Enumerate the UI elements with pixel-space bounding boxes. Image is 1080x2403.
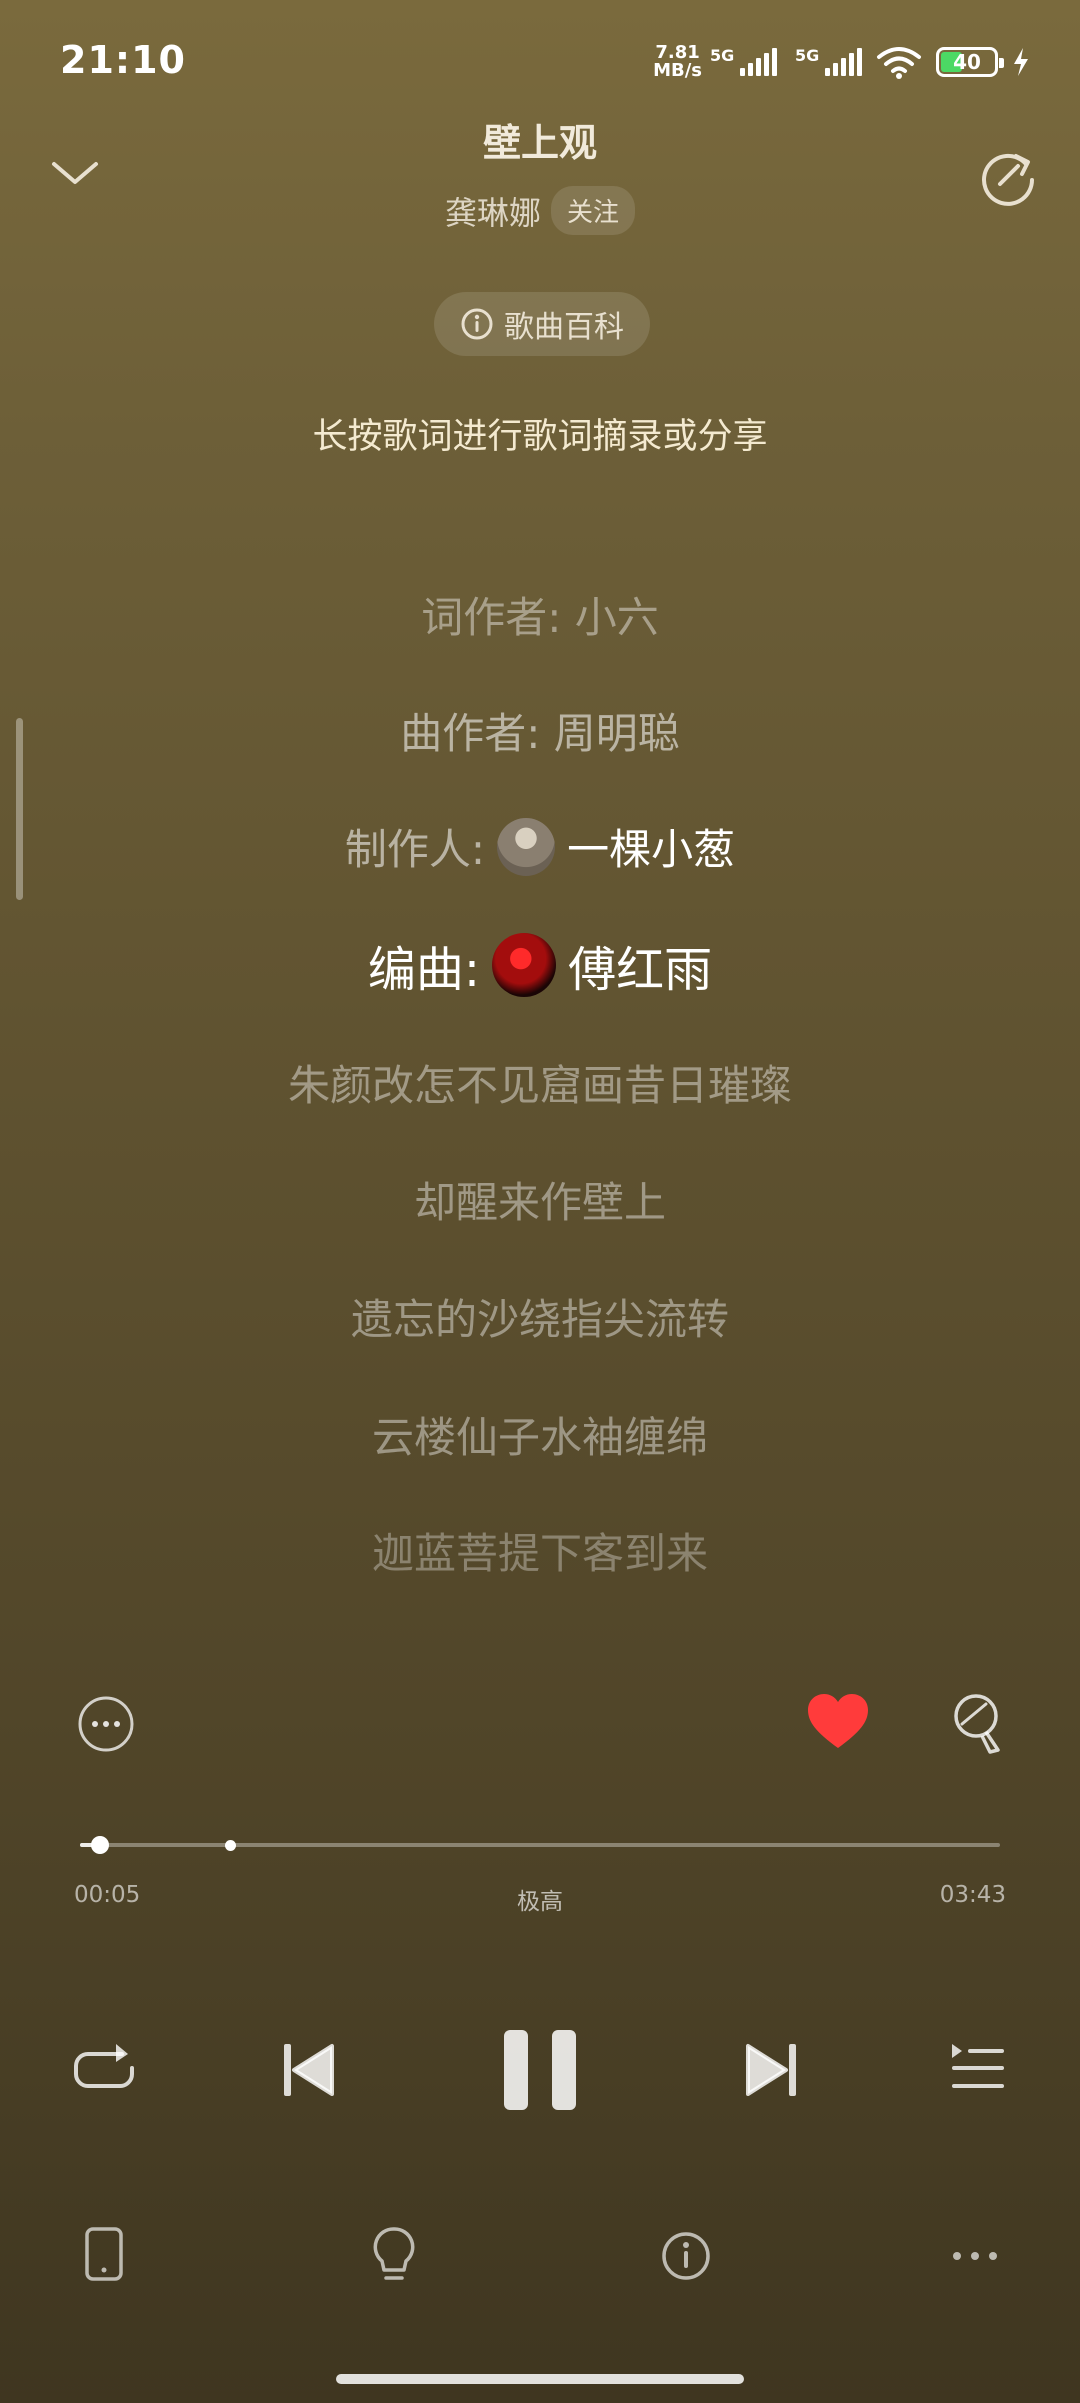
song-title: 壁上观 bbox=[482, 121, 597, 165]
skip-previous-icon bbox=[284, 2044, 334, 2096]
lyric-hint-text: 长按歌词进行歌词摘录或分享 bbox=[312, 417, 768, 457]
share-refresh-icon bbox=[982, 153, 1034, 206]
previous-button[interactable] bbox=[282, 2040, 336, 2100]
more-circle-icon bbox=[78, 1696, 134, 1752]
signal-icon-sim1: 5G bbox=[710, 46, 777, 76]
lyric-arranger-current[interactable]: 编曲: 傅红雨 bbox=[0, 930, 1080, 1000]
repeat-mode-button[interactable] bbox=[72, 2040, 136, 2100]
home-indicator[interactable] bbox=[336, 2374, 744, 2384]
buffer-marker bbox=[224, 1840, 236, 1851]
progress-track[interactable] bbox=[80, 1843, 1000, 1847]
lyric-line[interactable]: 云楼仙子水袖缠绵 bbox=[0, 1404, 1080, 1465]
lyric-lyricist[interactable]: 词作者: 小六 bbox=[0, 584, 1080, 645]
more-dots-icon bbox=[953, 2252, 997, 2260]
artist-row: 龚琳娜 关注 bbox=[0, 186, 1080, 235]
song-info-button[interactable] bbox=[660, 2230, 712, 2282]
follow-button[interactable]: 关注 bbox=[551, 186, 636, 235]
more-options-button[interactable] bbox=[76, 1694, 136, 1754]
playlist-button[interactable] bbox=[948, 2040, 1006, 2096]
lightbulb-icon bbox=[373, 2227, 415, 2280]
status-icons: 7.81 MB/s 5G 5G 40 bbox=[653, 40, 1030, 84]
lyric-producer[interactable]: 制作人: 一棵小葱 bbox=[0, 816, 1080, 877]
audio-quality[interactable]: 极高 bbox=[0, 1882, 1080, 1916]
info-icon bbox=[461, 308, 493, 340]
comment-button[interactable] bbox=[952, 1692, 1006, 1758]
phone-device-icon bbox=[85, 2227, 123, 2281]
battery-icon: 40 bbox=[936, 47, 1004, 77]
signal-icon-sim2: 5G bbox=[795, 46, 862, 76]
progress-thumb[interactable] bbox=[91, 1836, 110, 1854]
song-wiki-label: 歌曲百科 bbox=[504, 310, 624, 345]
wifi-icon bbox=[877, 47, 921, 79]
arranger-avatar[interactable] bbox=[492, 933, 557, 997]
artist-name[interactable]: 龚琳娜 bbox=[445, 188, 541, 234]
lyric-line[interactable]: 迦蓝菩提下客到来 bbox=[0, 1520, 1080, 1581]
charging-icon bbox=[1014, 48, 1028, 76]
like-button[interactable] bbox=[806, 1692, 870, 1752]
repeat-icon bbox=[74, 2044, 134, 2088]
heart-icon bbox=[808, 1694, 868, 1748]
more-button[interactable] bbox=[952, 2250, 998, 2262]
share-refresh-button[interactable] bbox=[976, 144, 1040, 208]
lyric-line[interactable]: 朱颜改怎不见窟画昔日璀璨 bbox=[0, 1052, 1080, 1113]
lyric-composer[interactable]: 曲作者: 周明聪 bbox=[0, 700, 1080, 761]
skip-next-icon bbox=[746, 2044, 796, 2096]
total-time: 03:43 bbox=[939, 1882, 1006, 1908]
net-speed: 7.81 MB/s bbox=[653, 42, 702, 81]
play-pause-button[interactable] bbox=[500, 2028, 580, 2112]
song-wiki-button[interactable]: 歌曲百科 bbox=[434, 292, 650, 356]
next-button[interactable] bbox=[744, 2040, 798, 2100]
playlist-icon bbox=[952, 2044, 1004, 2088]
info-icon bbox=[662, 2232, 710, 2280]
lightbulb-button[interactable] bbox=[370, 2226, 418, 2284]
producer-avatar[interactable] bbox=[497, 817, 556, 876]
lyric-line[interactable]: 却醒来作壁上 bbox=[0, 1169, 1080, 1230]
status-time: 21:10 bbox=[60, 38, 186, 82]
device-button[interactable] bbox=[84, 2226, 124, 2282]
pause-icon bbox=[504, 2030, 576, 2110]
lyric-line[interactable]: 遗忘的沙绕指尖流转 bbox=[0, 1286, 1080, 1347]
comment-icon bbox=[954, 1694, 1000, 1754]
